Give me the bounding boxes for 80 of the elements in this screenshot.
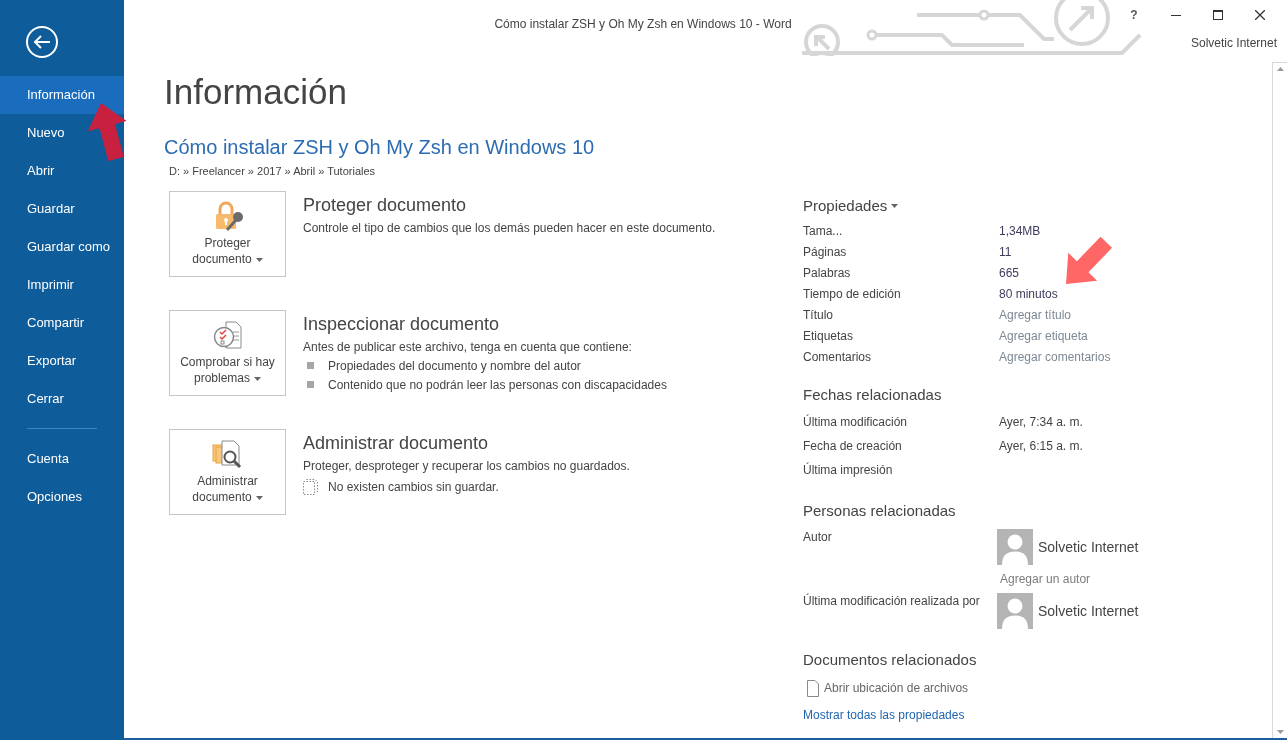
minimize-icon bbox=[1171, 14, 1181, 16]
show-all-properties-link[interactable]: Mostrar todas las propiedades bbox=[803, 707, 965, 723]
section-heading: Fechas relacionadas bbox=[803, 385, 942, 405]
sidebar-item[interactable]: Compartir bbox=[0, 304, 124, 342]
date-value: Ayer, 6:15 a. m. bbox=[999, 438, 1083, 454]
section-title: Inspeccionar documento bbox=[303, 313, 500, 336]
file-icon bbox=[807, 679, 819, 697]
section-description: Controle el tipo de cambios que los demás pueden hacer en este documento. bbox=[303, 220, 716, 236]
property-value: 80 minutos bbox=[999, 285, 1058, 302]
add-author-field[interactable]: Agregar un autor bbox=[1000, 571, 1120, 587]
avatar-icon bbox=[997, 593, 1033, 629]
property-field[interactable]: Agregar título bbox=[999, 306, 1139, 323]
document-path: D: » Freelancer » 2017 » Abril » Tutoriales bbox=[169, 164, 376, 178]
bullet-icon bbox=[307, 362, 314, 369]
person-role-label: Última modificación realizada por bbox=[803, 593, 980, 609]
scroll-up-icon bbox=[1276, 67, 1284, 71]
person-name[interactable]: Solvetic Internet bbox=[1038, 537, 1139, 556]
bullet-text: Contenido que no podrán leer las personas con discapacidades bbox=[328, 376, 667, 393]
date-label: Última impresión bbox=[803, 462, 893, 478]
scroll-down-icon bbox=[1276, 730, 1284, 734]
sidebar-item[interactable]: Imprimir bbox=[0, 266, 124, 304]
caret-icon bbox=[255, 257, 263, 262]
property-label: Tiempo de edición bbox=[803, 285, 901, 302]
sidebar-item[interactable]: Exportar bbox=[0, 342, 124, 380]
date-label: Última modificación bbox=[803, 414, 908, 430]
document-title: Cómo instalar ZSH y Oh My Zsh en Windows 10 bbox=[164, 135, 595, 160]
sidebar-item[interactable]: Nuevo bbox=[0, 114, 124, 152]
back-button[interactable] bbox=[26, 26, 58, 58]
sidebar-item[interactable]: Abrir bbox=[0, 152, 124, 190]
file-location-link[interactable]: Abrir ubicación de archivos bbox=[803, 679, 969, 697]
bullet-icon bbox=[307, 381, 314, 388]
help-button[interactable]: ? bbox=[1113, 0, 1155, 30]
section-title: Proteger documento bbox=[303, 194, 467, 217]
date-label: Fecha de creación bbox=[803, 438, 902, 454]
property-field[interactable]: Agregar etiqueta bbox=[999, 327, 1139, 344]
window-title: Cómo instalar ZSH y Oh My Zsh en Windows 10 - Word bbox=[494, 17, 792, 31]
section-heading: Documentos relacionados bbox=[803, 650, 977, 670]
property-label: Título bbox=[803, 306, 833, 323]
arrow-icon bbox=[87, 103, 127, 162]
sidebar-item[interactable]: Guardar bbox=[0, 190, 124, 228]
sidebar-item[interactable]: Opciones bbox=[0, 478, 124, 516]
note-text: No existen cambios sin guardar. bbox=[328, 479, 499, 495]
sidebar-item[interactable]: Cerrar bbox=[0, 380, 124, 418]
sidebar-item[interactable]: Información bbox=[0, 76, 124, 114]
maximize-icon bbox=[1213, 10, 1223, 20]
manage-document-button[interactable]: Administrar documento bbox=[169, 429, 286, 515]
property-label: Palabras bbox=[803, 264, 851, 281]
property-value: 1,34MB bbox=[999, 222, 1041, 239]
person-name[interactable]: Solvetic Internet bbox=[1038, 601, 1139, 620]
dotted-document-icon bbox=[303, 479, 318, 495]
sidebar-item[interactable]: Guardar como bbox=[0, 228, 124, 266]
property-field[interactable]: Agregar comentarios bbox=[999, 348, 1139, 365]
person-role-label: Autor bbox=[803, 529, 832, 545]
property-label: Tama... bbox=[803, 222, 843, 239]
caret-icon bbox=[255, 495, 263, 500]
close-icon bbox=[1255, 10, 1265, 20]
avatar-icon bbox=[997, 529, 1033, 565]
arrow-icon bbox=[1066, 236, 1113, 284]
section-title: Administrar documento bbox=[303, 432, 489, 455]
bullet-text: Propiedades del documento y nombre del autor bbox=[328, 357, 581, 374]
page-heading: Información bbox=[164, 71, 347, 113]
checklist-document-icon bbox=[211, 319, 244, 351]
sidebar-item[interactable]: Cuenta bbox=[0, 440, 124, 478]
section-description: Antes de publicar este archivo, tenga en cuenta que contiene: bbox=[303, 339, 632, 355]
section-description: Proteger, desproteger y recuperar los cambios no guardados. bbox=[303, 458, 630, 474]
caret-icon bbox=[891, 204, 899, 208]
property-label: Comentarios bbox=[803, 348, 872, 365]
property-label: Etiquetas bbox=[803, 327, 854, 344]
section-heading: Personas relacionadas bbox=[803, 501, 956, 521]
property-value: 665 bbox=[999, 264, 1020, 281]
property-value: 11 bbox=[999, 243, 1012, 260]
properties-dropdown[interactable]: Propiedades bbox=[803, 196, 899, 216]
user-name[interactable]: Solvetic Internet bbox=[1190, 36, 1277, 50]
property-label: Páginas bbox=[803, 243, 847, 260]
caret-icon bbox=[254, 376, 261, 381]
protect-document-button[interactable]: Proteger documento bbox=[169, 191, 286, 277]
check-issues-button[interactable]: Comprobar si hay problemas bbox=[169, 310, 286, 396]
date-value: Ayer, 7:34 a. m. bbox=[999, 414, 1083, 430]
scrollbar[interactable] bbox=[1272, 62, 1287, 738]
documents-magnifier-icon bbox=[211, 438, 244, 470]
